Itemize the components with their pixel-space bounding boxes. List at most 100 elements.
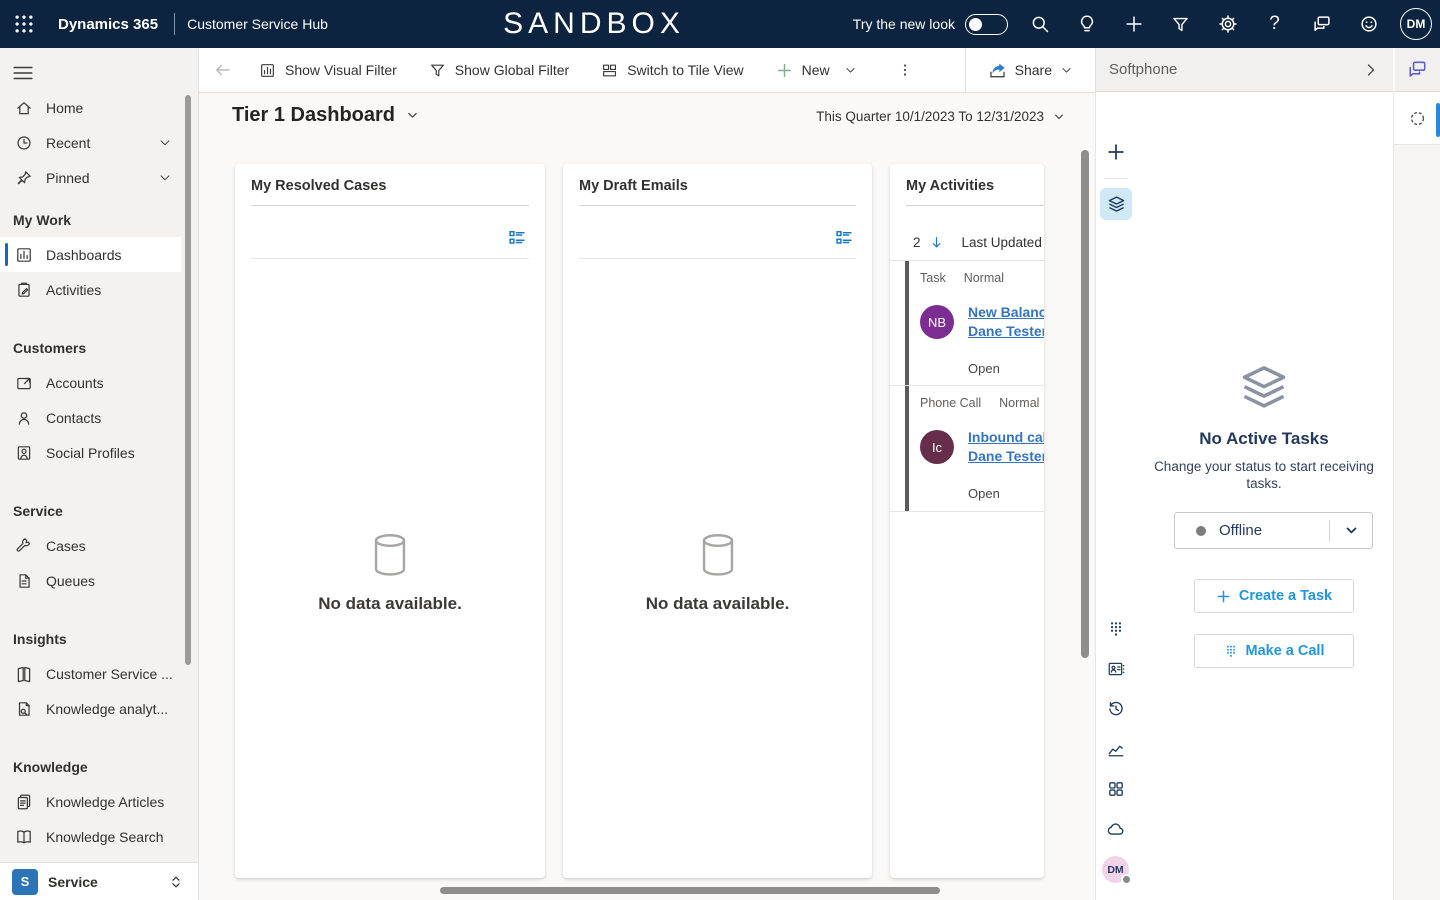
app-name[interactable]: Customer Service Hub xyxy=(187,16,328,32)
feedback-icon[interactable] xyxy=(1298,0,1345,48)
toggle-knob xyxy=(969,18,982,31)
view-selector-icon[interactable] xyxy=(834,228,854,248)
timeframe-selector[interactable]: This Quarter 10/1/2023 To 12/31/2023 xyxy=(816,109,1065,124)
activity-list-item[interactable]: Phone Call Normal Ic Inbound cal Dane Te… xyxy=(890,386,1044,512)
avatar[interactable]: NB xyxy=(920,305,954,339)
chevron-down-icon xyxy=(844,64,857,77)
sidebar-item-activities[interactable]: Activities xyxy=(0,272,198,307)
cases-icon xyxy=(15,537,33,555)
sidebar-item-dashboards[interactable]: Dashboards xyxy=(0,237,181,272)
sidebar-item-knowledge-analytics[interactable]: Knowledge analyt... xyxy=(0,691,198,726)
presence-dot xyxy=(1121,874,1132,885)
dashboards-icon xyxy=(15,246,33,264)
new-button[interactable]: New xyxy=(776,62,857,79)
contact-card-icon[interactable] xyxy=(1107,660,1125,678)
make-call-button[interactable]: Make a Call xyxy=(1194,634,1354,668)
empty-state: No data available. xyxy=(235,532,545,614)
avatar[interactable]: Ic xyxy=(920,430,954,464)
sidebar-item-social-profiles[interactable]: Social Profiles xyxy=(0,435,198,470)
softphone-pane-tab[interactable] xyxy=(1394,92,1440,145)
activity-regarding-link[interactable]: Dane Tester xyxy=(968,448,1044,464)
horizontal-scrollbar[interactable] xyxy=(440,887,940,894)
card-title: My Draft Emails xyxy=(563,164,872,194)
switch-to-tile-view-button[interactable]: Switch to Tile View xyxy=(601,62,743,79)
filter-icon[interactable] xyxy=(1157,0,1204,48)
sort-descending-icon[interactable] xyxy=(929,235,944,250)
help-icon[interactable]: ? xyxy=(1251,0,1298,48)
softphone-title: Softphone xyxy=(1109,61,1363,78)
sidebar-section-insights: Insights xyxy=(0,622,198,656)
activity-type: Phone Call xyxy=(920,396,981,410)
lightbulb-icon[interactable] xyxy=(1063,0,1110,48)
chart-line-icon[interactable] xyxy=(1107,740,1125,758)
presence-status-label: Offline xyxy=(1219,522,1329,539)
chevron-down-icon[interactable] xyxy=(1330,523,1372,538)
record-count: 2 xyxy=(913,235,921,250)
settings-gear-icon[interactable] xyxy=(1204,0,1251,48)
empty-tasks-title: No Active Tasks xyxy=(1135,429,1393,449)
sidebar-item-recent[interactable]: Recent xyxy=(0,125,198,160)
contacts-icon xyxy=(15,409,33,427)
add-icon xyxy=(1216,589,1231,604)
dynamics-brand[interactable]: Dynamics 365 xyxy=(58,16,158,33)
add-icon[interactable] xyxy=(1110,0,1157,48)
agent-avatar[interactable]: DM xyxy=(1102,856,1129,883)
empty-text: No data available. xyxy=(318,594,462,614)
layers-icon xyxy=(1238,362,1290,414)
activity-subject-link[interactable]: New Balanc xyxy=(968,304,1044,320)
more-vertical-icon[interactable] xyxy=(897,62,913,78)
dashboard-header: Tier 1 Dashboard This Quarter 10/1/2023 … xyxy=(199,93,1095,143)
vertical-scrollbar[interactable] xyxy=(1081,150,1089,658)
view-selector-icon[interactable] xyxy=(507,228,527,248)
sidebar-section-service: Service xyxy=(0,494,198,528)
search-icon[interactable] xyxy=(1016,0,1063,48)
sidebar-section-my-work: My Work xyxy=(0,203,198,237)
sandbox-environment-label: SANDBOX xyxy=(503,7,685,41)
tasks-layers-icon[interactable] xyxy=(1100,188,1132,220)
database-icon xyxy=(370,532,410,578)
create-task-button[interactable]: Create a Task xyxy=(1194,579,1354,613)
teams-chat-icon[interactable] xyxy=(1393,48,1440,92)
sidebar-item-accounts[interactable]: Accounts xyxy=(0,365,198,400)
back-icon[interactable] xyxy=(201,61,245,79)
hamburger-menu-icon[interactable] xyxy=(12,64,36,82)
add-icon[interactable] xyxy=(1106,142,1126,162)
funnel-icon xyxy=(429,62,446,79)
presence-status-dropdown[interactable]: Offline xyxy=(1174,512,1373,549)
sidebar-item-contacts[interactable]: Contacts xyxy=(0,400,198,435)
sidebar-item-home[interactable]: Home xyxy=(0,90,198,125)
sidebar-item-queues[interactable]: Queues xyxy=(0,563,198,598)
chevron-down-icon[interactable] xyxy=(158,171,172,185)
show-global-filter-button[interactable]: Show Global Filter xyxy=(429,62,569,79)
activity-subject-link[interactable]: Inbound cal xyxy=(968,429,1044,445)
chevron-down-icon[interactable] xyxy=(158,136,172,150)
user-avatar[interactable]: DM xyxy=(1400,8,1432,40)
share-button[interactable]: Share xyxy=(965,48,1095,92)
sort-field-label[interactable]: Last Updated xyxy=(962,235,1042,250)
dashboard-selector[interactable]: Tier 1 Dashboard xyxy=(232,104,419,127)
queues-icon xyxy=(15,572,33,590)
history-icon[interactable] xyxy=(1107,700,1125,718)
card-divider xyxy=(579,258,856,259)
empty-state: No data available. xyxy=(563,532,872,614)
show-visual-filter-button[interactable]: Show Visual Filter xyxy=(259,62,397,79)
sidebar-item-cases[interactable]: Cases xyxy=(0,528,198,563)
new-look-toggle[interactable] xyxy=(965,14,1008,35)
waffle-icon[interactable] xyxy=(0,0,48,48)
dialpad-icon[interactable] xyxy=(1107,620,1125,638)
sidebar-item-knowledge-search[interactable]: Knowledge Search xyxy=(0,819,198,854)
sidebar-scrollbar[interactable] xyxy=(185,95,191,665)
area-switcher[interactable]: S Service xyxy=(0,862,198,900)
sidebar-item-customer-service-insights[interactable]: Customer Service ... xyxy=(0,656,198,691)
activity-regarding-link[interactable]: Dane Tester xyxy=(968,323,1044,339)
add-icon xyxy=(776,62,793,79)
cloud-icon[interactable] xyxy=(1107,820,1125,838)
activity-priority: Normal xyxy=(999,396,1039,410)
smiley-icon[interactable] xyxy=(1345,0,1392,48)
app-grid-icon[interactable] xyxy=(1107,780,1125,798)
sidebar-item-knowledge-articles[interactable]: Knowledge Articles xyxy=(0,784,198,819)
activity-list-item[interactable]: Task Normal NB New Balanc Dane Tester Op… xyxy=(890,260,1044,386)
sidebar-item-pinned[interactable]: Pinned xyxy=(0,160,198,195)
card-divider xyxy=(251,205,529,206)
collapse-panel-chevron-right-icon[interactable] xyxy=(1363,62,1379,78)
